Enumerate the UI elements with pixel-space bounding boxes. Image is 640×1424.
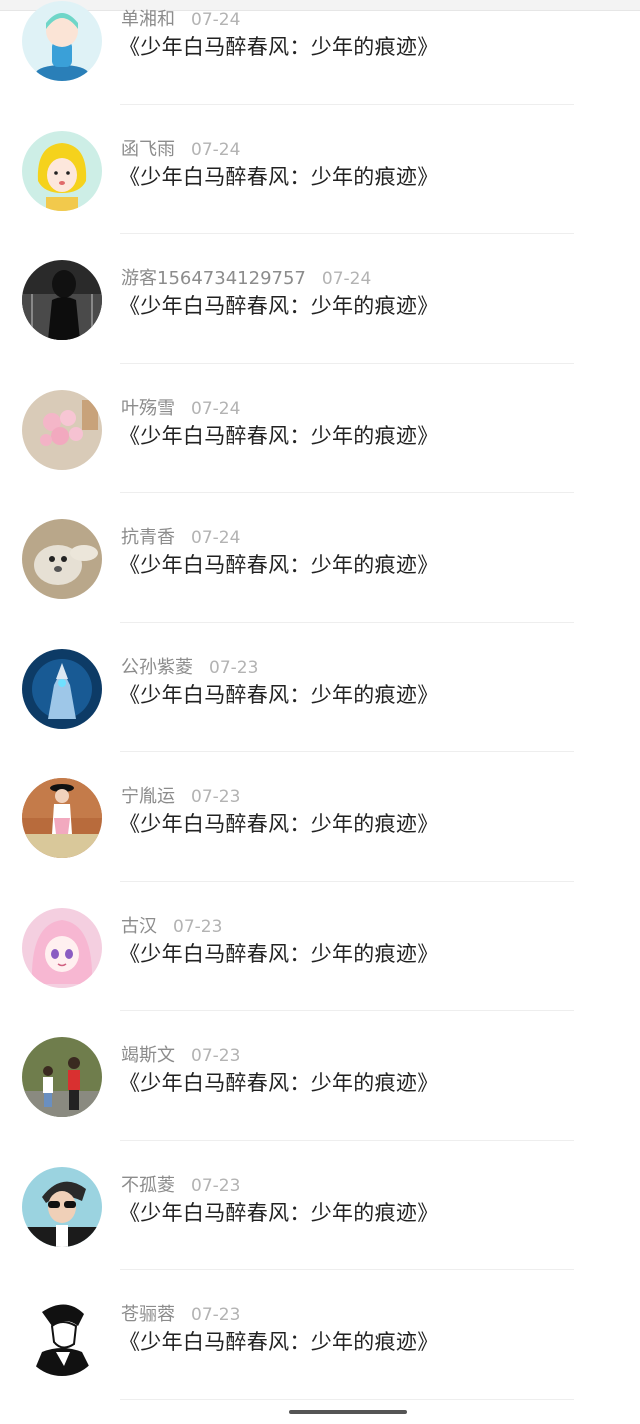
list-item[interactable]: 游客1564734129757 07-24 《少年白马醉春风：少年的痕迹》 (0, 234, 640, 364)
yellow-hair-girl-avatar-icon (22, 130, 102, 211)
comment-text: 《少年白马醉春风：少年的痕迹》 (119, 164, 439, 189)
comment-text: 《少年白马醉春风：少年的痕迹》 (119, 35, 439, 59)
pink-anime-girl-avatar-icon (22, 907, 102, 988)
commenter-name[interactable]: 叶殇雪 (121, 398, 175, 419)
dark-photo-avatar-icon (22, 260, 102, 340)
comment-date: 07-24 (191, 10, 241, 30)
comment-text: 《少年白马醉春风：少年的痕迹》 (119, 941, 439, 966)
comment-date: 07-24 (321, 269, 372, 289)
commenter-name[interactable]: 公孙紫菱 (121, 657, 193, 678)
comment-text: 《少年白马醉春风：少年的痕迹》 (119, 812, 439, 836)
commenter-name[interactable]: 单湘和 (121, 9, 175, 30)
armored-knight-avatar-icon (22, 648, 102, 729)
avatar[interactable] (22, 648, 102, 729)
comment-text: 《少年白马醉春风：少年的痕迹》 (119, 1071, 439, 1095)
commenter-name[interactable]: 古汉 (121, 916, 157, 937)
list-item[interactable]: 宁胤运 07-23 《少年白马醉春风：少年的痕迹》 (0, 752, 640, 882)
avatar[interactable] (22, 778, 102, 858)
girl-photo-avatar-icon (22, 778, 102, 858)
avatar[interactable] (22, 1037, 102, 1117)
pink-flowers-avatar-icon (22, 389, 102, 470)
comment-date: 07-24 (191, 528, 241, 548)
sunglasses-man-avatar-icon (22, 1166, 102, 1247)
comment-date: 07-23 (209, 657, 259, 678)
comment-date: 07-23 (191, 1305, 241, 1325)
comment-text: 《少年白马醉春风：少年的痕迹》 (119, 682, 439, 707)
seal-avatar-icon (22, 519, 102, 599)
comment-text: 《少年白马醉春风：少年的痕迹》 (119, 553, 439, 577)
list-item[interactable]: 不孤菱 07-23 《少年白马醉春风：少年的痕迹》 (0, 1141, 640, 1270)
comment-text: 《少年白马醉春风：少年的痕迹》 (119, 1330, 439, 1354)
avatar[interactable] (22, 907, 102, 988)
home-indicator[interactable] (289, 1410, 407, 1414)
comment-text: 《少年白马醉春风：少年的痕迹》 (119, 1200, 439, 1225)
anime-chibi-avatar-icon (22, 1, 102, 81)
divider (120, 1398, 574, 1400)
comment-text: 《少年白马醉春风：少年的痕迹》 (119, 294, 439, 318)
list-item[interactable]: 叶殇雪 07-24 《少年白马醉春风：少年的痕迹》 (0, 364, 640, 493)
avatar[interactable] (22, 1166, 102, 1247)
list-item[interactable]: 古汉 07-23 《少年白马醉春风：少年的痕迹》 (0, 882, 640, 1011)
avatar[interactable] (22, 1, 102, 81)
avatar[interactable] (22, 260, 102, 340)
comment-list: 单湘和 07-24 《少年白马醉春风：少年的痕迹》 函飞雨 07-24 《少年白马醉… (0, 0, 640, 1400)
avatar[interactable] (22, 1296, 102, 1376)
list-item[interactable]: 苍骊蓉 07-23 《少年白马醉春风：少年的痕迹》 (0, 1270, 640, 1400)
avatar[interactable] (22, 519, 102, 599)
comment-date: 07-24 (191, 398, 241, 419)
comment-date: 07-23 (191, 1175, 241, 1196)
ink-sketch-avatar-icon (22, 1296, 102, 1376)
kids-photo-avatar-icon (22, 1037, 102, 1117)
comment-date: 07-23 (191, 787, 241, 807)
commenter-name[interactable]: 抗青香 (121, 527, 175, 548)
commenter-name[interactable]: 游客1564734129757 (121, 268, 306, 289)
commenter-name[interactable]: 苍骊蓉 (121, 1304, 175, 1325)
commenter-name[interactable]: 函飞雨 (121, 139, 175, 160)
list-item[interactable]: 竭斯文 07-23 《少年白马醉春风：少年的痕迹》 (0, 1011, 640, 1141)
comment-date: 07-23 (191, 1046, 241, 1066)
commenter-name[interactable]: 宁胤运 (121, 786, 175, 807)
list-item[interactable]: 公孙紫菱 07-23 《少年白马醉春风：少年的痕迹》 (0, 623, 640, 752)
comment-text: 《少年白马醉春风：少年的痕迹》 (119, 423, 439, 448)
comment-date: 07-23 (173, 916, 223, 937)
comment-date: 07-24 (191, 139, 241, 160)
commenter-name[interactable]: 不孤菱 (121, 1175, 175, 1196)
list-item[interactable]: 单湘和 07-24 《少年白马醉春风：少年的痕迹》 (0, 0, 640, 105)
commenter-name[interactable]: 竭斯文 (121, 1045, 175, 1066)
avatar[interactable] (22, 130, 102, 211)
avatar[interactable] (22, 389, 102, 470)
list-item[interactable]: 函飞雨 07-24 《少年白马醉春风：少年的痕迹》 (0, 105, 640, 234)
list-item[interactable]: 抗青香 07-24 《少年白马醉春风：少年的痕迹》 (0, 493, 640, 623)
